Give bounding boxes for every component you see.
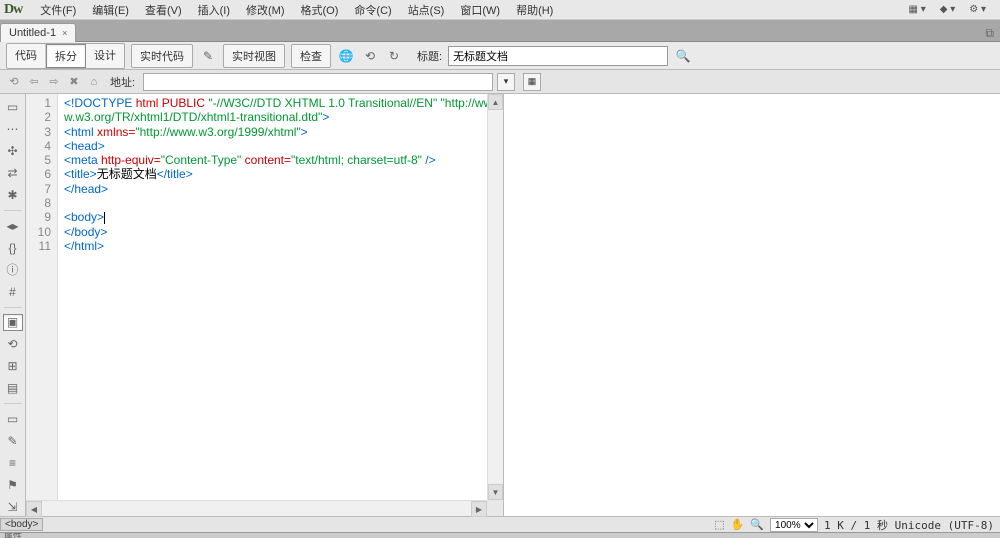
menu-extra-icon-0[interactable]: ▦ ▾ [908, 4, 925, 15]
title-input[interactable] [448, 46, 668, 66]
select-tool-icon[interactable]: ⬚ [714, 518, 724, 531]
code-editor[interactable]: 1234567891011 <!DOCTYPE html PUBLIC "-//… [26, 94, 504, 516]
menu-item-3[interactable]: 插入(I) [192, 0, 236, 20]
tool-top-2[interactable]: ✣ [3, 142, 23, 160]
document-tab[interactable]: Untitled-1 × [0, 23, 76, 42]
tool-mid-1[interactable]: ⊞ [3, 357, 23, 375]
scroll-right-icon[interactable]: ▶ [471, 501, 487, 517]
address-table-icon[interactable]: ▦ [523, 73, 541, 91]
menu-item-9[interactable]: 帮助(H) [510, 0, 559, 20]
main-area: ▭ ⋯ ✣ ⇄ ✱ ◂▸ {} ⓘ # ▣ ⟲ ⊞ ▤ ▭ ✎ ≡ ⚑ ⇲ 1234567891011 <!DOC… [0, 94, 1000, 516]
menu-item-8[interactable]: 窗口(W) [454, 0, 506, 20]
live-code-edit-icon[interactable]: ✎ [199, 47, 217, 65]
design-preview[interactable] [504, 94, 1000, 516]
menu-items: 文件(F)编辑(E)查看(V)插入(I)修改(M)格式(O)命令(C)站点(S)… [34, 0, 559, 20]
menu-item-4[interactable]: 修改(M) [240, 0, 291, 20]
addr-refresh-icon[interactable]: ⟲ [6, 74, 22, 90]
inspect-button[interactable]: 检查 [291, 44, 331, 68]
properties-panel-header[interactable]: 属性 [0, 532, 1000, 538]
menu-item-5[interactable]: 格式(O) [295, 0, 345, 20]
addr-forward-icon[interactable]: ⇨ [46, 74, 62, 90]
app-logo: Dw [4, 2, 22, 18]
menu-extra: ▦ ▾ ◆ ▾ ⚙ ▾ [908, 4, 996, 15]
tool-bottom-2[interactable]: ≡ [3, 454, 23, 472]
line-gutter: 1234567891011 [26, 94, 58, 516]
doctab-menu-icon[interactable]: ⧉ [979, 26, 1000, 41]
zoom-select[interactable]: 100% [770, 518, 818, 532]
tool-top-7[interactable]: {} [3, 239, 23, 257]
scroll-down-icon[interactable]: ▼ [488, 484, 503, 500]
live-view-button[interactable]: 实时视图 [223, 44, 285, 68]
tool-mid-2[interactable]: ▤ [3, 379, 23, 397]
tool-bottom-3[interactable]: ⚑ [3, 476, 23, 494]
tool-top-4[interactable]: ✱ [3, 186, 23, 204]
status-text: 1 K / 1 秒 Unicode (UTF-8) [824, 517, 994, 533]
addr-home-icon[interactable]: ⌂ [86, 74, 102, 90]
properties-label: 属性 [4, 532, 22, 538]
menu-item-2[interactable]: 查看(V) [139, 0, 188, 20]
title-label: 标题: [417, 48, 442, 64]
address-input[interactable] [143, 73, 493, 91]
tool-top-8[interactable]: ⓘ [3, 261, 23, 279]
menu-bar: Dw 文件(F)编辑(E)查看(V)插入(I)修改(M)格式(O)命令(C)站点… [0, 0, 1000, 20]
address-label: 地址: [110, 74, 135, 90]
live-code-button[interactable]: 实时代码 [131, 44, 193, 68]
view-mode-1[interactable]: 拆分 [46, 44, 86, 68]
addr-stop-icon[interactable]: ✖ [66, 74, 82, 90]
menu-item-1[interactable]: 编辑(E) [86, 0, 135, 20]
reload-icon[interactable]: ↻ [385, 47, 403, 65]
tool-mid-selected[interactable]: ▣ [3, 314, 23, 332]
view-toolbar: 代码拆分设计 实时代码 ✎ 实时视图 检查 🌐 ⟲ ↻ 标题: 🔍 [0, 42, 1000, 70]
menu-item-0[interactable]: 文件(F) [34, 0, 82, 20]
scroll-left-icon[interactable]: ◀ [26, 501, 42, 517]
tag-selector-bar: <body> ⬚ ✋ 🔍 100% 1 K / 1 秒 Unicode (UTF… [0, 516, 1000, 532]
document-tab-title: Untitled-1 [9, 27, 56, 39]
view-mode-group: 代码拆分设计 [6, 43, 125, 69]
scroll-up-icon[interactable]: ▲ [488, 94, 503, 110]
tool-mid-0[interactable]: ⟲ [3, 335, 23, 353]
tool-top-1[interactable]: ⋯ [3, 120, 23, 138]
menu-extra-icon-1[interactable]: ◆ ▾ [940, 4, 956, 15]
tool-top-3[interactable]: ⇄ [3, 164, 23, 182]
document-tab-row: Untitled-1 × ⧉ [0, 20, 1000, 42]
tool-top-0[interactable]: ▭ [3, 98, 23, 116]
tool-bottom-1[interactable]: ✎ [3, 432, 23, 450]
horizontal-scrollbar[interactable]: ◀ ▶ [26, 500, 487, 516]
menu-item-6[interactable]: 命令(C) [348, 0, 397, 20]
addr-back-icon[interactable]: ⇦ [26, 74, 42, 90]
vertical-scrollbar[interactable]: ▲ ▼ [487, 94, 503, 500]
tool-top-6[interactable]: ◂▸ [3, 217, 23, 235]
tool-top-9[interactable]: # [3, 283, 23, 301]
tool-bottom-0[interactable]: ▭ [3, 410, 23, 428]
code-tools-sidebar: ▭ ⋯ ✣ ⇄ ✱ ◂▸ {} ⓘ # ▣ ⟲ ⊞ ▤ ▭ ✎ ≡ ⚑ ⇲ [0, 94, 26, 516]
view-mode-2[interactable]: 设计 [86, 44, 124, 68]
menu-item-7[interactable]: 站点(S) [402, 0, 451, 20]
address-dropdown-icon[interactable]: ▾ [497, 73, 515, 91]
view-mode-0[interactable]: 代码 [7, 44, 46, 68]
address-bar: ⟲ ⇦ ⇨ ✖ ⌂ 地址: ▾ ▦ [0, 70, 1000, 94]
close-icon[interactable]: × [62, 28, 67, 38]
zoom-tool-icon[interactable]: 🔍 [750, 518, 764, 531]
hand-tool-icon[interactable]: ✋ [731, 518, 745, 531]
tool-bottom-4[interactable]: ⇲ [3, 498, 23, 516]
globe-icon[interactable]: 🌐 [337, 47, 355, 65]
title-search-icon[interactable]: 🔍 [674, 47, 692, 65]
tag-path[interactable]: <body> [0, 518, 43, 531]
refresh-icon[interactable]: ⟲ [361, 47, 379, 65]
menu-extra-icon-2[interactable]: ⚙ ▾ [969, 4, 986, 15]
code-text[interactable]: <!DOCTYPE html PUBLIC "-//W3C//DTD XHTML… [58, 94, 503, 516]
